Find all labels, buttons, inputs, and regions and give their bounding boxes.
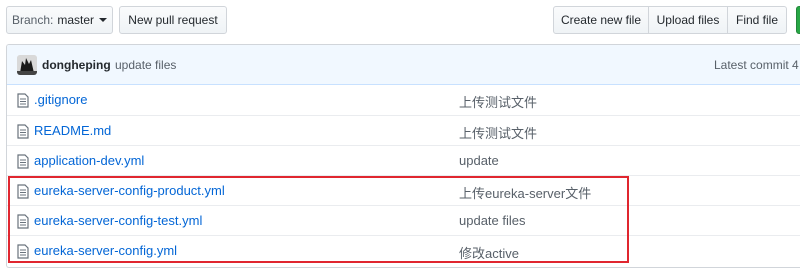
commit-message-link[interactable]: update files [115, 58, 176, 72]
file-row[interactable]: eureka-server-config-test.yml update file… [7, 205, 800, 235]
chevron-down-icon [99, 18, 108, 22]
file-name-link[interactable]: eureka-server-config-product.yml [34, 183, 225, 198]
file-row[interactable]: eureka-server-config.yml 修改active [7, 235, 800, 265]
file-icon [17, 214, 29, 232]
latest-commit-bar: dongheping update files Latest commit 4 [7, 45, 800, 85]
file-actions-group: Create new file Upload files Find file [553, 6, 787, 34]
branch-label: Branch: [11, 13, 54, 27]
latest-commit-label[interactable]: Latest commit 4 [714, 58, 799, 72]
file-row[interactable]: eureka-server-config-product.yml 上传eureka… [7, 175, 800, 205]
file-name-link[interactable]: eureka-server-config-test.yml [34, 213, 202, 228]
file-row[interactable]: .gitignore 上传测试文件 [7, 85, 800, 115]
file-row[interactable]: application-dev.yml update [7, 145, 800, 175]
file-icon [17, 184, 29, 202]
upload-files-button[interactable]: Upload files [648, 6, 728, 34]
clone-download-button[interactable] [796, 6, 800, 34]
file-list: .gitignore 上传测试文件 README.md 上传测试文件 applicati… [7, 85, 800, 265]
file-icon [17, 124, 29, 142]
file-icon [17, 154, 29, 172]
commit-author-link[interactable]: dongheping [42, 58, 111, 72]
file-icon [17, 93, 29, 111]
file-name-link[interactable]: eureka-server-config.yml [34, 243, 177, 258]
file-name-link[interactable]: application-dev.yml [34, 153, 144, 168]
find-file-button[interactable]: Find file [727, 6, 787, 34]
file-commit-message[interactable]: 上传测试文件 [459, 92, 537, 111]
file-commit-message[interactable]: update files [459, 213, 526, 228]
new-pull-request-button[interactable]: New pull request [119, 6, 227, 34]
avatar[interactable] [17, 55, 37, 75]
branch-name: master [57, 13, 95, 27]
file-row[interactable]: README.md 上传测试文件 [7, 115, 800, 145]
file-table: dongheping update files Latest commit 4 … [6, 44, 800, 268]
create-new-file-button[interactable]: Create new file [553, 6, 649, 34]
file-name-link[interactable]: .gitignore [34, 92, 87, 107]
file-name-link[interactable]: README.md [34, 123, 111, 138]
file-commit-message[interactable]: 上传eureka-server文件 [459, 183, 591, 202]
branch-select-button[interactable]: Branch: master [6, 6, 113, 34]
file-icon [17, 244, 29, 262]
file-commit-message[interactable]: update [459, 153, 499, 168]
file-commit-message[interactable]: 修改active [459, 243, 519, 262]
file-commit-message[interactable]: 上传测试文件 [459, 123, 537, 142]
